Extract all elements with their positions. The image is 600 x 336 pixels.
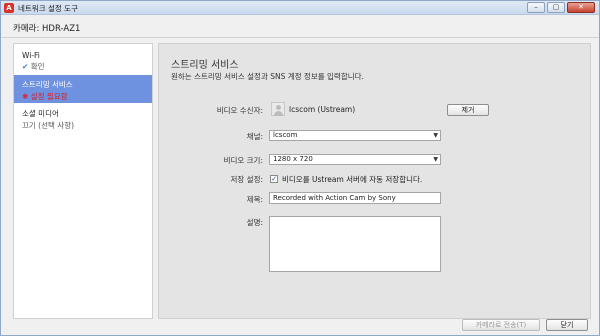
- receiver-account: lcscom (Ustream): [289, 105, 356, 114]
- video-size-value: 1280 x 720: [273, 155, 313, 163]
- asterisk-icon: ✱: [22, 92, 29, 101]
- streaming-settings-panel: 스트리밍 서비스 원하는 스트리밍 서비스 설정과 SNS 계정 정보를 입력합…: [158, 43, 591, 319]
- channel-value: lcscom: [273, 131, 298, 139]
- video-size-select[interactable]: 1280 x 720 ▼: [269, 154, 441, 165]
- transfer-to-camera-button[interactable]: 카메라로 전송(T): [462, 319, 540, 331]
- channel-label: 채널:: [246, 132, 263, 141]
- channel-select[interactable]: lcscom ▼: [269, 130, 441, 141]
- panel-title: 스트리밍 서비스: [171, 60, 239, 71]
- sidebar-item-status: 끄기 (선택 사항): [22, 121, 75, 130]
- sidebar-item-title: 스트리밍 서비스: [22, 80, 73, 89]
- video-size-label: 비디오 크기:: [223, 156, 263, 165]
- sidebar-item-title: Wi-Fi: [22, 51, 40, 60]
- sidebar-item-social-media[interactable]: 소셜 미디어 끄기 (선택 사항): [14, 106, 152, 132]
- app-icon: A: [4, 3, 14, 13]
- remove-button[interactable]: 제거: [447, 104, 489, 116]
- network-settings-window: A 네트워크 설정 도구 – ▢ ✕ 카메라: HDR-AZ1 Wi-Fi ✔ …: [0, 0, 600, 336]
- dropdown-arrow-icon: ▼: [433, 132, 438, 139]
- close-button[interactable]: 닫기: [546, 319, 588, 331]
- checkmark-icon: ✔: [22, 62, 29, 71]
- sidebar-item-title: 소셜 미디어: [22, 109, 59, 118]
- status-text: 확인: [30, 62, 45, 71]
- title-bar[interactable]: A 네트워크 설정 도구 – ▢ ✕: [1, 1, 599, 15]
- auto-save-checkbox[interactable]: ✓: [270, 175, 278, 183]
- close-window-button[interactable]: ✕: [567, 2, 595, 13]
- save-setting-label: 저장 설정:: [230, 175, 263, 184]
- panel-description: 원하는 스트리밍 서비스 설정과 SNS 계정 정보를 입력합니다.: [171, 72, 364, 81]
- auto-save-label: 비디오를 Ustream 서버에 자동 저장합니다.: [282, 175, 423, 184]
- dropdown-arrow-icon: ▼: [433, 156, 438, 163]
- maximize-button[interactable]: ▢: [547, 2, 565, 13]
- sidebar-item-status: ✔ 확인: [22, 61, 152, 72]
- description-field[interactable]: [269, 216, 441, 272]
- title-field-label: 제목:: [246, 195, 263, 204]
- minimize-button[interactable]: –: [527, 2, 545, 13]
- camera-label: 카메라: HDR-AZ1: [13, 24, 81, 34]
- status-text: 설정 필요함: [30, 92, 68, 101]
- sidebar-item-streaming[interactable]: 스트리밍 서비스 ✱ 설정 필요함: [14, 75, 152, 103]
- title-field[interactable]: Recorded with Action Cam by Sony: [269, 192, 441, 204]
- receiver-label: 비디오 수신자:: [216, 106, 263, 115]
- description-field-label: 설명:: [246, 218, 263, 227]
- window-title: 네트워크 설정 도구: [18, 4, 78, 13]
- sidebar: Wi-Fi ✔ 확인 스트리밍 서비스 ✱ 설정 필요함 소셜 미디어 끄기 (…: [13, 43, 153, 319]
- sidebar-item-status: ✱ 설정 필요함: [22, 91, 152, 102]
- header-divider: [1, 37, 599, 38]
- sidebar-item-wifi[interactable]: Wi-Fi ✔ 확인: [14, 49, 152, 75]
- window-controls: – ▢ ✕: [527, 2, 595, 13]
- user-avatar-icon: [271, 102, 285, 116]
